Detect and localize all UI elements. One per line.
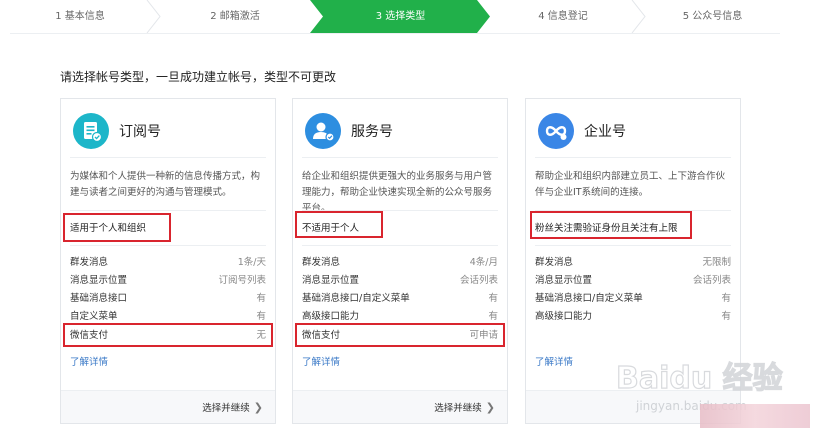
- step-3-active: 3 选择类型: [375, 11, 426, 22]
- feature-row: 群发消息 无限制: [535, 254, 731, 272]
- feature-name: 消息显示位置: [302, 275, 360, 286]
- learn-more-link[interactable]: 了解详情: [70, 354, 108, 368]
- card-divider: [70, 210, 266, 211]
- feature-row: 消息显示位置 会话列表: [302, 272, 498, 290]
- feature-name: 消息显示位置: [535, 275, 593, 286]
- feature-value: 有: [488, 293, 498, 304]
- feature-row: 消息显示位置 订阅号列表: [70, 272, 266, 290]
- select-continue-label: 选择并继续: [434, 403, 482, 414]
- highlight-box: [295, 323, 505, 347]
- feature-name: 群发消息: [535, 257, 574, 268]
- feature-value: 会话列表: [692, 275, 731, 286]
- highlight-box: [63, 323, 273, 347]
- card-title: 企业号: [584, 124, 626, 140]
- feature-name: 群发消息: [70, 257, 109, 268]
- feature-name: 群发消息: [302, 257, 341, 268]
- feature-value: 无限制: [702, 257, 731, 268]
- card-description: 为媒体和个人提供一种新的信息传播方式，构建与读者之间更好的沟通与管理模式。: [70, 171, 261, 198]
- learn-more-link[interactable]: 了解详情: [535, 354, 573, 368]
- card-subscription[interactable]: 订阅号 为媒体和个人提供一种新的信息传播方式，构建与读者之间更好的沟通与管理模式…: [60, 98, 276, 424]
- feature-row: 基础消息接口 有: [70, 290, 266, 308]
- card-divider: [70, 157, 266, 158]
- highlight-box: [295, 211, 383, 238]
- select-continue-button[interactable]: 选择并继续 ❯: [434, 400, 495, 414]
- select-continue-button[interactable]: 选择并继续 ❯: [202, 400, 263, 414]
- learn-more-link[interactable]: 了解详情: [302, 354, 340, 368]
- blurred-region: [700, 404, 810, 428]
- feature-value: 4条/月: [469, 257, 498, 268]
- card-divider: [70, 245, 266, 246]
- feature-name: 消息显示位置: [70, 275, 128, 286]
- highlight-box: [530, 211, 692, 239]
- step-4: 4 信息登记: [538, 11, 588, 22]
- feature-value: 订阅号列表: [218, 275, 266, 286]
- step-5: 5 公众号信息: [682, 11, 743, 22]
- steps-divider: [10, 33, 780, 34]
- feature-name: 基础消息接口: [70, 293, 128, 304]
- card-divider: [535, 245, 731, 246]
- card-description: 帮助企业和组织内部建立员工、上下游合作伙伴与企业IT系统间的连接。: [535, 171, 726, 198]
- enterprise-link-icon: [538, 113, 574, 149]
- feature-name: 基础消息接口/自定义菜单: [535, 293, 643, 304]
- chevron-right-icon: ❯: [253, 401, 263, 414]
- card-header: 企业号: [526, 99, 740, 157]
- feature-value: 有: [721, 293, 731, 304]
- feature-value: 有: [256, 293, 266, 304]
- card-divider: [535, 157, 731, 158]
- progress-steps: 1 基本信息 2 邮箱激活 3 选择类型 4 信息登记 5 公众号信息: [0, 0, 790, 33]
- feature-row: 群发消息 1条/天: [70, 254, 266, 272]
- feature-name: 基础消息接口/自定义菜单: [302, 293, 410, 304]
- highlight-box: [63, 213, 171, 242]
- card-header: 服务号: [293, 99, 507, 157]
- page-instruction: 请选择帐号类型，一旦成功建立帐号，类型不可更改: [60, 70, 337, 84]
- card-divider: [302, 245, 498, 246]
- feature-row: 群发消息 4条/月: [302, 254, 498, 272]
- watermark-line1: Baidu 经验: [616, 361, 783, 396]
- chevron-right-icon: ❯: [485, 401, 495, 414]
- feature-row: 高级接口能力 有: [535, 308, 731, 326]
- feature-row: 基础消息接口/自定义菜单 有: [302, 290, 498, 308]
- card-footer: 选择并继续 ❯: [293, 390, 507, 423]
- feature-row: 消息显示位置 会话列表: [535, 272, 731, 290]
- service-person-icon: [305, 113, 341, 149]
- subscription-document-icon: [73, 113, 109, 149]
- feature-value: 会话列表: [459, 275, 498, 286]
- step-2: 2 邮箱激活: [210, 11, 260, 22]
- card-title: 订阅号: [119, 124, 161, 140]
- card-footer: 选择并继续 ❯: [61, 390, 275, 423]
- step-1: 1 基本信息: [55, 11, 105, 22]
- feature-name: 高级接口能力: [535, 311, 593, 322]
- feature-row: 基础消息接口/自定义菜单 有: [535, 290, 731, 308]
- card-service[interactable]: 服务号 给企业和组织提供更强大的业务服务与用户管理能力，帮助企业快速实现全新的公…: [292, 98, 508, 424]
- card-divider: [302, 157, 498, 158]
- card-header: 订阅号: [61, 99, 275, 157]
- feature-value: 有: [721, 311, 731, 322]
- select-continue-label: 选择并继续: [202, 403, 250, 414]
- card-title: 服务号: [351, 124, 393, 140]
- feature-value: 1条/天: [237, 257, 266, 268]
